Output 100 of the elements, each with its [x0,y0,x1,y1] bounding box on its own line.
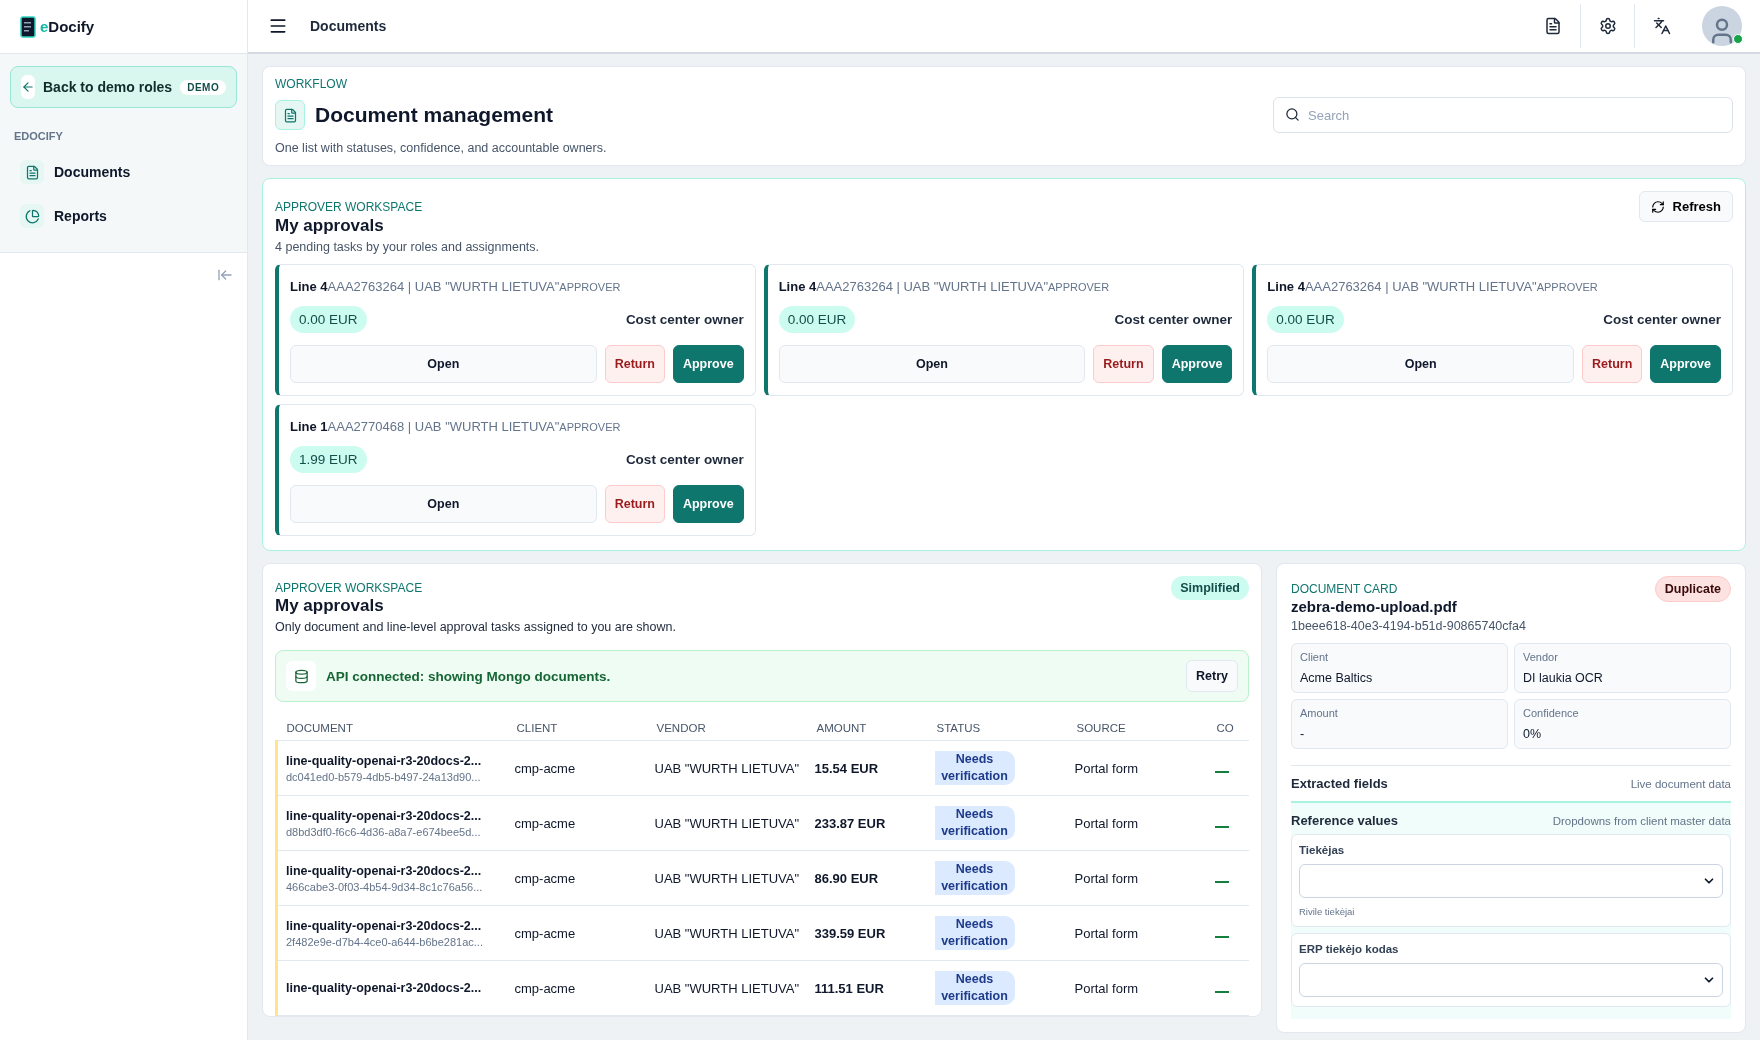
database-icon [286,661,316,691]
task-title: Line 4AAA2763264 | UAB "WURTH LIETUVA"APPROVER [778,279,1111,294]
amount-cell: 339.59 EUR [814,925,886,941]
document-name[interactable]: line-quality-openai-r3-20docs-2... [286,863,499,878]
status-badge: Needs verification [934,751,1015,785]
back-button[interactable]: Back to demo roles DEMO [10,66,237,108]
owner-label: Cost center owner [1603,312,1721,327]
mode-badge: Simplified [1171,576,1249,600]
dash-icon [1214,990,1229,993]
return-button[interactable]: Return [1582,345,1643,383]
fact-value: Acme Baltics [1300,671,1374,685]
status-badge: Needs verification [934,861,1015,895]
owner-label: Cost center owner [625,452,744,467]
document-id: d8bd3df0-f6c6-4d36-a8a7-e674bee5d... [286,825,482,838]
demo-badge: DEMO [180,79,227,95]
table-cell: Portal form [1074,815,1139,831]
dash-icon [1214,880,1229,883]
section-title: Reference values [1291,813,1398,828]
table-cell: Portal form [1074,980,1139,996]
document-name[interactable]: line-quality-openai-r3-20docs-2... [286,808,499,823]
document-icon [1544,17,1562,35]
amount-cell: 86.90 EUR [814,870,879,886]
amount-pill: 0.00 EUR [778,306,856,333]
document-id: 1beee618-40e3-4194-b51d-90865740cfa4 [1291,619,1527,633]
status-badge: Needs verification [934,916,1015,950]
document-name[interactable]: line-quality-openai-r3-20docs-2... [286,981,499,995]
approve-button[interactable]: Approve [672,345,744,383]
file-name: zebra-demo-upload.pdf [1291,598,1458,615]
section-heading: My approvals [275,596,385,616]
translate-icon [1652,17,1671,35]
fact-value: 0% [1523,727,1543,741]
column-header: DOCUMENT [276,716,507,741]
table-cell: UAB "WURTH LIETUVA" [654,870,800,886]
nav-item[interactable]: Reports [10,196,237,236]
document-icon [275,100,305,130]
column-header: CO [1206,716,1249,741]
section-note: Dropdowns from client master data [1552,814,1731,827]
logo-icon [20,15,36,38]
table-cell: cmp-acme [514,870,576,886]
amount-cell: 111.51 EUR [814,980,884,996]
pie-chart-icon [20,204,44,228]
return-button[interactable]: Return [604,345,665,383]
dash-icon [1214,935,1229,938]
avatar[interactable] [1702,6,1742,46]
open-button[interactable]: Open [1267,345,1574,383]
task-title: Line 4AAA2763264 | UAB "WURTH LIETUVA"APPROVER [1267,279,1599,294]
open-button[interactable]: Open [778,345,1086,383]
section-heading: My approvals [275,216,385,236]
field-label: Tiekėjas [1299,844,1346,856]
refresh-button[interactable]: Refresh [1638,191,1733,222]
table-cell: Portal form [1074,925,1139,941]
table-cell: cmp-acme [514,815,576,831]
document-id: dc041ed0-b579-4db5-b497-24a13d90... [286,770,482,783]
page-title: Documents [310,18,387,34]
approve-button[interactable]: Approve [672,485,744,523]
duplicate-badge: Duplicate [1654,576,1731,602]
eyebrow: WORKFLOW [275,77,348,91]
document-id: 466cabe3-0f03-4b54-9d34-8c1c76a56... [286,880,484,893]
approve-button[interactable]: Approve [1650,345,1721,383]
return-button[interactable]: Return [604,485,665,523]
section-note: Live document data [1630,777,1731,790]
eyebrow: DOCUMENT CARD [1291,582,1398,596]
document-id: 2f482e9e-d7b4-4ce0-a644-b6be281ac... [286,935,484,948]
approve-button[interactable]: Approve [1161,345,1233,383]
owner-label: Cost center owner [1114,312,1233,327]
dropdown-field[interactable] [1299,864,1723,898]
fact-label: Vendor [1523,651,1559,663]
fact-label: Client [1300,651,1330,663]
menu-icon[interactable] [268,16,288,36]
fact-value: DI laukia OCR [1523,671,1604,685]
amount-pill: 0.00 EUR [1267,306,1344,333]
document-name[interactable]: line-quality-openai-r3-20docs-2... [286,918,499,933]
field-hint: Rivile tiekėjai [1299,906,1356,917]
table-cell: cmp-acme [514,760,576,776]
table-cell: cmp-acme [514,925,576,941]
retry-button[interactable]: Retry [1186,660,1238,692]
owner-label: Cost center owner [625,312,744,327]
subtitle: 4 pending tasks by your roles and assignments. [275,240,541,254]
open-button[interactable]: Open [290,345,597,383]
fact-value: - [1300,727,1306,741]
document-icon [20,160,44,184]
amount-cell: 15.54 EUR [814,760,879,776]
eyebrow: APPROVER WORKSPACE [275,581,423,595]
table-cell: UAB "WURTH LIETUVA" [654,815,800,831]
column-header: VENDOR [646,716,807,741]
nav-item[interactable]: Documents [10,152,237,192]
brand-name: eDocify [40,18,95,35]
dash-icon [1214,770,1229,773]
notice-text: API connected: showing Mongo documents. [326,668,611,684]
open-button[interactable]: Open [290,485,597,523]
table-cell: Portal form [1074,870,1139,886]
document-name[interactable]: line-quality-openai-r3-20docs-2... [286,753,499,768]
return-button[interactable]: Return [1093,345,1154,383]
table-cell: UAB "WURTH LIETUVA" [654,980,800,996]
search-field[interactable]: Search [1273,97,1733,133]
dropdown-field[interactable] [1299,963,1723,997]
refresh-icon [1650,199,1665,214]
table-cell: cmp-acme [514,980,576,996]
column-header: STATUS [926,716,1067,741]
section-label: EDOCIFY [13,130,64,144]
